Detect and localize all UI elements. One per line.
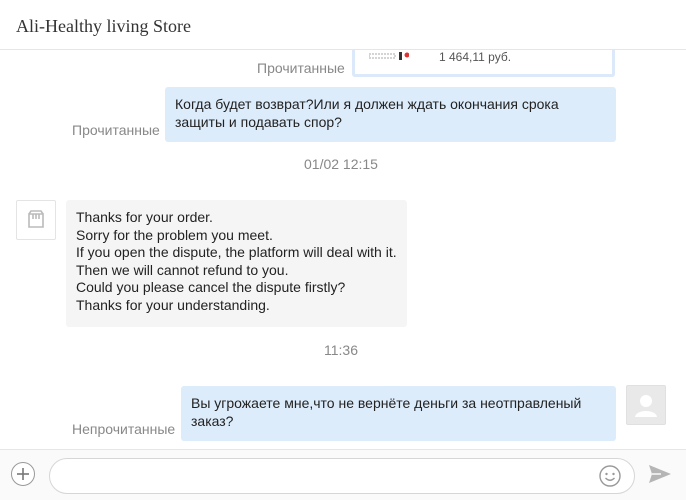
plus-icon: [17, 468, 29, 480]
store-avatar[interactable]: [16, 200, 56, 240]
message-input[interactable]: [64, 465, 598, 489]
read-status: Прочитанные: [72, 122, 160, 138]
chat-header: Ali-Healthy living Store: [0, 0, 686, 50]
product-price: 1 464,11 руб.: [439, 50, 512, 64]
message-line: Sorry for the problem you meet.: [76, 226, 273, 243]
message-line: Then we will cannot refund to you.: [76, 261, 289, 278]
message-timestamp: 01/02 12:15: [304, 156, 378, 172]
received-message: Thanks for your order. Sorry for the pro…: [66, 200, 407, 327]
send-icon[interactable]: [648, 464, 672, 484]
sent-message: Когда будет возврат?Или я должен ждать о…: [165, 87, 616, 142]
message-timestamp: 11:36: [324, 342, 358, 358]
smiley-icon[interactable]: [598, 464, 622, 488]
message-input-box[interactable]: [49, 458, 635, 494]
sent-message: Вы угрожаете мне,что не вернёте деньги з…: [181, 386, 616, 441]
message-composer: [0, 449, 686, 500]
message-line: Когда будет возврат?Или я должен ждать о…: [175, 96, 559, 112]
product-thumbnail-icon: [369, 52, 409, 60]
message-line: Вы угрожаете мне,что не вернёте деньги з…: [191, 395, 582, 411]
product-card[interactable]: 1 464,11 руб.: [352, 50, 615, 77]
user-icon: [635, 395, 657, 417]
message-line: защиты и подавать спор?: [175, 113, 342, 130]
add-attachment-button[interactable]: [11, 462, 35, 486]
read-status: Прочитанные: [257, 60, 345, 76]
store-icon: [28, 210, 44, 228]
store-title: Ali-Healthy living Store: [16, 16, 191, 36]
message-line: If you open the dispute, the platform wi…: [76, 244, 397, 261]
unread-status: Непрочитанные: [72, 421, 176, 437]
chat-thread[interactable]: 1 464,11 руб. Прочитанные Когда будет во…: [0, 50, 686, 449]
message-line: Could you please cancel the dispute firs…: [76, 279, 346, 296]
message-line: Thanks for your understanding.: [76, 296, 270, 313]
message-line: Thanks for your order.: [76, 209, 213, 225]
message-line: заказ?: [191, 412, 234, 429]
user-avatar[interactable]: [626, 385, 666, 425]
